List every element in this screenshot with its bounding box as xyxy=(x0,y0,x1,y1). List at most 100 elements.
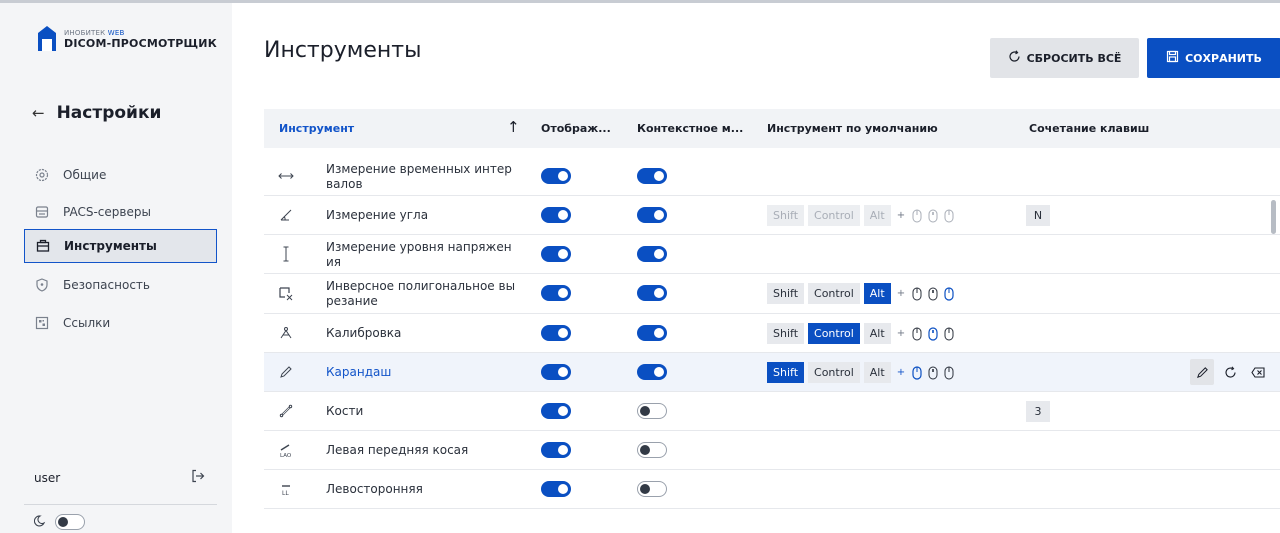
shift-key[interactable]: Shift xyxy=(767,283,805,304)
context-menu-toggle[interactable] xyxy=(637,442,667,458)
sidebar-item-label: Ссылки xyxy=(63,316,111,330)
display-toggle[interactable] xyxy=(541,246,571,262)
table-scrollbar[interactable] xyxy=(1271,200,1276,234)
mouse-right-icon[interactable] xyxy=(943,286,955,301)
mouse-middle-icon[interactable] xyxy=(927,366,939,380)
qr-icon xyxy=(35,316,49,330)
clear-shortcut-icon[interactable] xyxy=(1246,359,1270,385)
logo-icon xyxy=(36,25,58,53)
sidebar-item-security[interactable]: Безопасность xyxy=(24,268,217,302)
context-menu-toggle[interactable] xyxy=(637,403,667,419)
table-row[interactable]: LL Левосторонняя xyxy=(264,470,1280,509)
time-interval-icon xyxy=(277,167,295,185)
sidebar-item-tools[interactable]: Инструменты xyxy=(24,229,217,263)
alt-key[interactable]: Alt xyxy=(863,323,891,344)
column-header-tool[interactable]: Инструмент xyxy=(279,122,354,135)
control-key[interactable]: Control xyxy=(808,323,860,344)
display-toggle[interactable] xyxy=(541,285,571,301)
context-menu-toggle[interactable] xyxy=(637,364,667,380)
display-toggle[interactable] xyxy=(541,481,571,497)
control-key[interactable]: Control xyxy=(808,283,860,304)
reset-shortcut-icon[interactable] xyxy=(1218,359,1242,385)
tool-name: Карандаш xyxy=(326,365,392,379)
shift-key[interactable]: Shift xyxy=(767,323,805,344)
logo-title: DICOM-ПРОСМОТРЩИК xyxy=(64,36,217,50)
mouse-middle-icon[interactable] xyxy=(927,326,939,341)
column-header-context[interactable]: Контекстное м... xyxy=(637,122,743,135)
context-menu-toggle[interactable] xyxy=(637,207,667,223)
sidebar-item-links[interactable]: Ссылки xyxy=(24,306,217,340)
column-header-shortcut[interactable]: Сочетание клавиш xyxy=(1029,122,1149,135)
theme-switch[interactable] xyxy=(33,514,85,530)
theme-toggle[interactable] xyxy=(55,514,85,530)
alt-key[interactable]: Alt xyxy=(863,362,891,383)
svg-text:LAO: LAO xyxy=(280,453,292,458)
context-menu-toggle[interactable] xyxy=(637,481,667,497)
tool-name: Инверсное полигональное вы резание xyxy=(326,278,516,308)
sidebar-item-pacs[interactable]: PACS-серверы xyxy=(24,195,217,229)
settings-title: Настройки xyxy=(56,103,162,123)
plus-sign: + xyxy=(896,288,906,299)
display-toggle[interactable] xyxy=(541,168,571,184)
context-menu-toggle[interactable] xyxy=(637,325,667,341)
display-toggle[interactable] xyxy=(541,403,571,419)
alt-key[interactable]: Alt xyxy=(863,205,891,226)
save-button[interactable]: СОХРАНИТЬ xyxy=(1147,38,1280,78)
table-row[interactable]: Измерение уровня напряжен ия xyxy=(264,235,1280,274)
table-row[interactable]: Карандаш Shift Control Alt + xyxy=(264,353,1280,392)
briefcase-icon xyxy=(36,239,50,253)
logo-top-accent: WEB xyxy=(107,28,125,37)
shortcut-key[interactable]: N xyxy=(1026,205,1050,226)
table-row[interactable]: LAO Левая передняя косая xyxy=(264,431,1280,470)
mouse-left-icon[interactable] xyxy=(911,327,923,341)
mouse-middle-icon[interactable] xyxy=(927,209,939,223)
table-row[interactable]: Измерение временных интер валов xyxy=(264,157,1280,196)
plus-sign: + xyxy=(896,328,906,339)
column-header-display[interactable]: Отображ... xyxy=(541,122,611,135)
logout-icon[interactable] xyxy=(191,469,205,486)
reset-all-button[interactable]: СБРОСИТЬ ВСЁ xyxy=(990,38,1139,78)
table-row[interactable]: Кости 3 xyxy=(264,392,1280,431)
back-arrow-icon[interactable]: ← xyxy=(32,104,45,122)
shift-key[interactable]: Shift xyxy=(767,362,805,383)
mouse-left-icon[interactable] xyxy=(911,209,923,223)
mouse-right-icon[interactable] xyxy=(943,366,955,380)
sort-ascending-icon[interactable]: ↑ xyxy=(507,118,520,136)
sidebar-divider xyxy=(24,504,217,505)
column-header-default[interactable]: Инструмент по умолчанию xyxy=(767,122,938,135)
default-tool-modifiers: Shift Control Alt + xyxy=(767,205,955,226)
context-menu-toggle[interactable] xyxy=(637,246,667,262)
display-toggle[interactable] xyxy=(541,325,571,341)
alt-key[interactable]: Alt xyxy=(863,283,891,304)
mouse-left-icon[interactable] xyxy=(911,365,923,380)
save-label: СОХРАНИТЬ xyxy=(1185,51,1262,65)
tool-name: Левосторонняя xyxy=(326,482,423,496)
page-title: Инструменты xyxy=(264,38,422,63)
sidebar-item-label: PACS-серверы xyxy=(63,205,151,219)
edit-shortcut-button[interactable] xyxy=(1190,359,1214,385)
context-menu-toggle[interactable] xyxy=(637,285,667,301)
default-tool-modifiers: Shift Control Alt + xyxy=(767,283,955,304)
shield-icon xyxy=(35,278,49,292)
app-logo[interactable]: ИНОБИТЕК WEB DICOM-ПРОСМОТРЩИК xyxy=(36,25,217,53)
context-menu-toggle[interactable] xyxy=(637,168,667,184)
display-toggle[interactable] xyxy=(541,207,571,223)
mouse-right-icon[interactable] xyxy=(943,327,955,341)
table-row[interactable]: Калибровка Shift Control Alt + xyxy=(264,314,1280,353)
bones-icon xyxy=(277,402,295,420)
settings-back[interactable]: ← Настройки xyxy=(32,103,161,123)
shift-key[interactable]: Shift xyxy=(767,205,805,226)
mouse-right-icon[interactable] xyxy=(943,209,955,223)
shortcut-key[interactable]: 3 xyxy=(1026,401,1050,422)
table-row[interactable]: Инверсное полигональное вы резание Shift… xyxy=(264,274,1280,314)
display-toggle[interactable] xyxy=(541,442,571,458)
control-key[interactable]: Control xyxy=(808,362,860,383)
tool-name: Измерение временных интер валов xyxy=(326,161,512,191)
control-key[interactable]: Control xyxy=(808,205,860,226)
table-row[interactable]: Измерение угла Shift Control Alt + N xyxy=(264,196,1280,235)
display-toggle[interactable] xyxy=(541,364,571,380)
sidebar-item-general[interactable]: Общие xyxy=(24,158,217,192)
mouse-middle-icon[interactable] xyxy=(927,287,939,301)
voltage-level-icon xyxy=(277,245,295,263)
mouse-left-icon[interactable] xyxy=(911,287,923,301)
